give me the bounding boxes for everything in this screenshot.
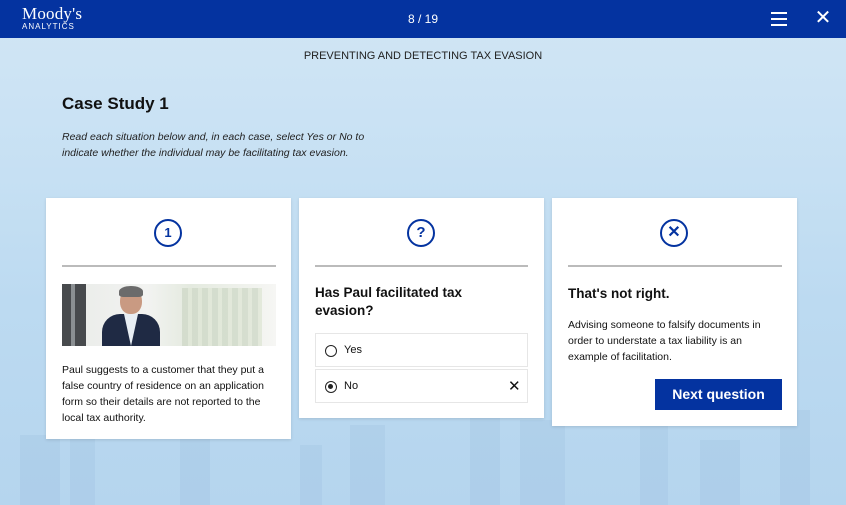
question-text: Has Paul facilitated tax evasion?	[315, 285, 463, 318]
businessman-on-phone-photo	[62, 284, 276, 346]
page-progress: 8 / 19	[407, 12, 439, 26]
option-no-label: No	[344, 380, 359, 392]
next-question-button[interactable]: Next question	[655, 379, 782, 410]
hamburger-menu-icon[interactable]	[771, 12, 787, 26]
question-circle-icon: ?	[407, 219, 435, 247]
feedback-title: That's not right.	[568, 286, 670, 301]
option-yes-label: Yes	[344, 344, 362, 356]
card-divider	[568, 265, 782, 267]
option-yes[interactable]: Yes	[315, 333, 528, 367]
incorrect-circle-icon: ✕	[660, 219, 688, 247]
incorrect-mark-icon: ✕	[508, 378, 521, 395]
scenario-card: 1 Paul suggests to a customer that they …	[46, 198, 291, 439]
radio-yes[interactable]	[325, 345, 337, 357]
feedback-text: Advising someone to falsify documents in…	[568, 319, 761, 363]
module-title: PREVENTING AND DETECTING TAX EVASION	[303, 50, 543, 62]
page-title: Case Study 1	[62, 94, 169, 113]
option-no[interactable]: No ✕	[315, 369, 528, 403]
radio-no[interactable]	[325, 381, 337, 393]
feedback-card: ✕ That's not right. Advising someone to …	[552, 198, 797, 426]
close-icon[interactable]: ✕	[813, 8, 833, 28]
top-bar: Moody's ANALYTICS 8 / 19 ✕	[0, 0, 846, 38]
question-card: ? Has Paul facilitated tax evasion? Yes …	[299, 198, 544, 418]
card-divider	[315, 265, 528, 267]
number-one-circle-icon: 1	[154, 219, 182, 247]
scenario-text: Paul suggests to a customer that they pu…	[62, 364, 264, 424]
instructions-text: Read each situation below and, in each c…	[62, 131, 365, 159]
card-divider	[62, 265, 276, 267]
